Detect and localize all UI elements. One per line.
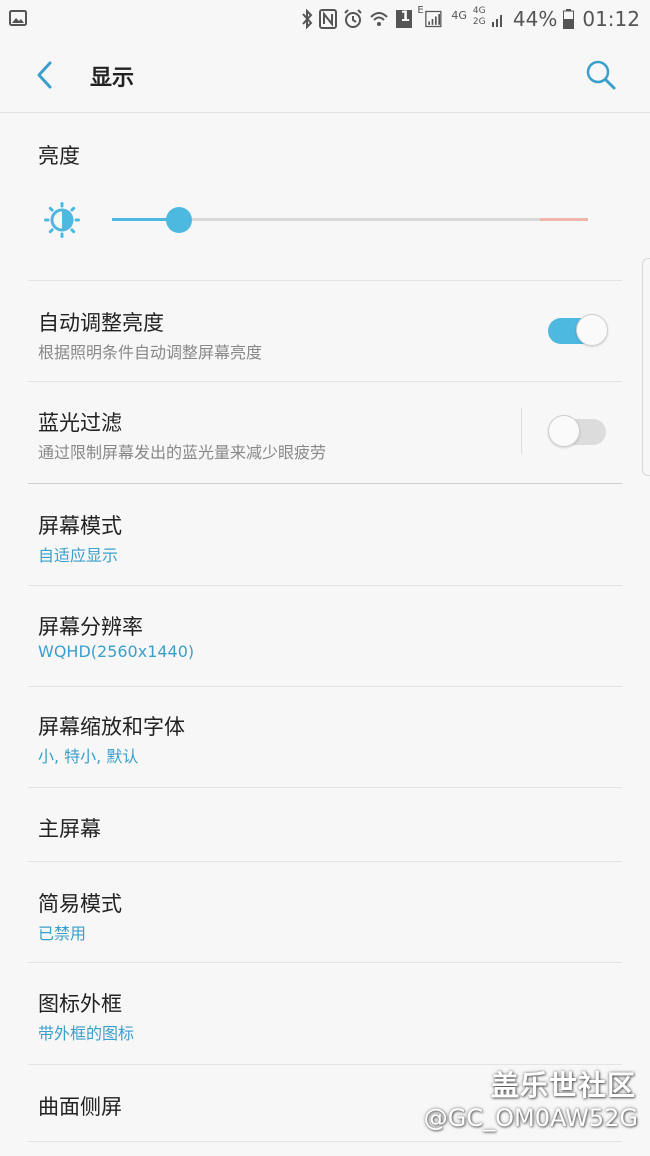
sim-badge: 1 (400, 9, 411, 25)
screen-resolution-row[interactable]: 屏幕分辨率 WQHD(2560x1440) (0, 586, 622, 686)
network-type-4g: 4G (451, 8, 467, 22)
battery-icon (563, 9, 575, 29)
icon-frames-title: 图标外框 (38, 992, 122, 1016)
bluetooth-icon (301, 9, 313, 29)
wifi-icon (369, 9, 389, 29)
easy-mode-row[interactable]: 简易模式 已禁用 (0, 862, 622, 962)
blue-light-filter-row[interactable]: 蓝光过滤 通过限制屏幕发出的蓝光量来减少眼疲劳 (0, 382, 622, 482)
status-icons: 1 E 4G 4G 2G 44% 01:12 (301, 5, 640, 32)
blue-light-filter-title: 蓝光过滤 (38, 411, 122, 435)
easy-mode-value: 已禁用 (38, 924, 87, 943)
watermark-title: 盖乐世社区 (490, 1069, 636, 1102)
divider (28, 1141, 622, 1142)
switch-knob (576, 314, 608, 346)
search-icon (586, 60, 616, 90)
screen-resolution-title: 屏幕分辨率 (38, 615, 143, 639)
auto-brightness-title: 自动调整亮度 (38, 311, 164, 335)
sim-icon: 1 (395, 9, 413, 29)
network-type-4g-2: 4G (472, 6, 486, 16)
status-bar: 1 E 4G 4G 2G 44% 01:12 (0, 0, 650, 38)
search-button[interactable] (582, 56, 620, 94)
network-type-e: E (417, 5, 424, 16)
auto-brightness-switch[interactable] (548, 314, 608, 348)
home-screen-row[interactable]: 主屏幕 (0, 788, 622, 861)
network-type-2g: 2G (472, 17, 486, 27)
screen-mode-row[interactable]: 屏幕模式 自适应显示 (0, 484, 622, 584)
brightness-title: 亮度 (38, 144, 80, 168)
battery-percent: 44% (512, 7, 558, 31)
icon-frames-value: 带外框的图标 (38, 1024, 135, 1043)
vertical-separator (521, 408, 522, 454)
screen-mode-title: 屏幕模式 (38, 514, 122, 538)
screen-resolution-value: WQHD(2560x1440) (38, 642, 195, 661)
auto-brightness-subtitle: 根据照明条件自动调整屏幕亮度 (38, 343, 263, 362)
back-arrow-icon (37, 61, 52, 89)
brightness-slider[interactable] (112, 206, 588, 234)
icon-frames-row[interactable]: 图标外框 带外框的图标 (0, 963, 622, 1063)
blue-light-filter-subtitle: 通过限制屏幕发出的蓝光量来减少眼疲劳 (38, 443, 327, 462)
watermark-handle: @GC_OM0AW52G (423, 1104, 638, 1132)
screen-zoom-font-value: 小, 特小, 默认 (38, 747, 139, 766)
easy-mode-title: 简易模式 (38, 892, 122, 916)
back-button[interactable] (28, 58, 62, 92)
app-bar-divider (0, 112, 650, 113)
auto-brightness-row[interactable]: 自动调整亮度 根据照明条件自动调整屏幕亮度 (0, 281, 622, 381)
clock: 01:12 (582, 7, 640, 31)
nfc-icon (319, 9, 338, 29)
signal-icon-2: 4G 2G (472, 6, 507, 28)
screen-mode-value: 自适应显示 (38, 546, 119, 565)
gallery-icon (9, 10, 27, 26)
brightness-slider-warning-zone (540, 218, 588, 221)
screen-zoom-font-title: 屏幕缩放和字体 (38, 715, 185, 739)
alarm-icon (343, 9, 363, 29)
home-screen-title: 主屏幕 (38, 817, 101, 841)
scroll-indicator[interactable] (642, 258, 650, 476)
blue-light-filter-switch[interactable] (548, 415, 608, 449)
signal-icon-1: E (417, 5, 445, 29)
page-title: 显示 (90, 66, 135, 91)
switch-knob (548, 415, 580, 447)
brightness-icon (44, 202, 80, 238)
brightness-slider-thumb[interactable] (165, 207, 192, 233)
screen-zoom-font-row[interactable]: 屏幕缩放和字体 小, 特小, 默认 (0, 687, 622, 787)
app-bar: 显示 (0, 38, 650, 114)
edge-screen-title: 曲面侧屏 (38, 1095, 122, 1119)
